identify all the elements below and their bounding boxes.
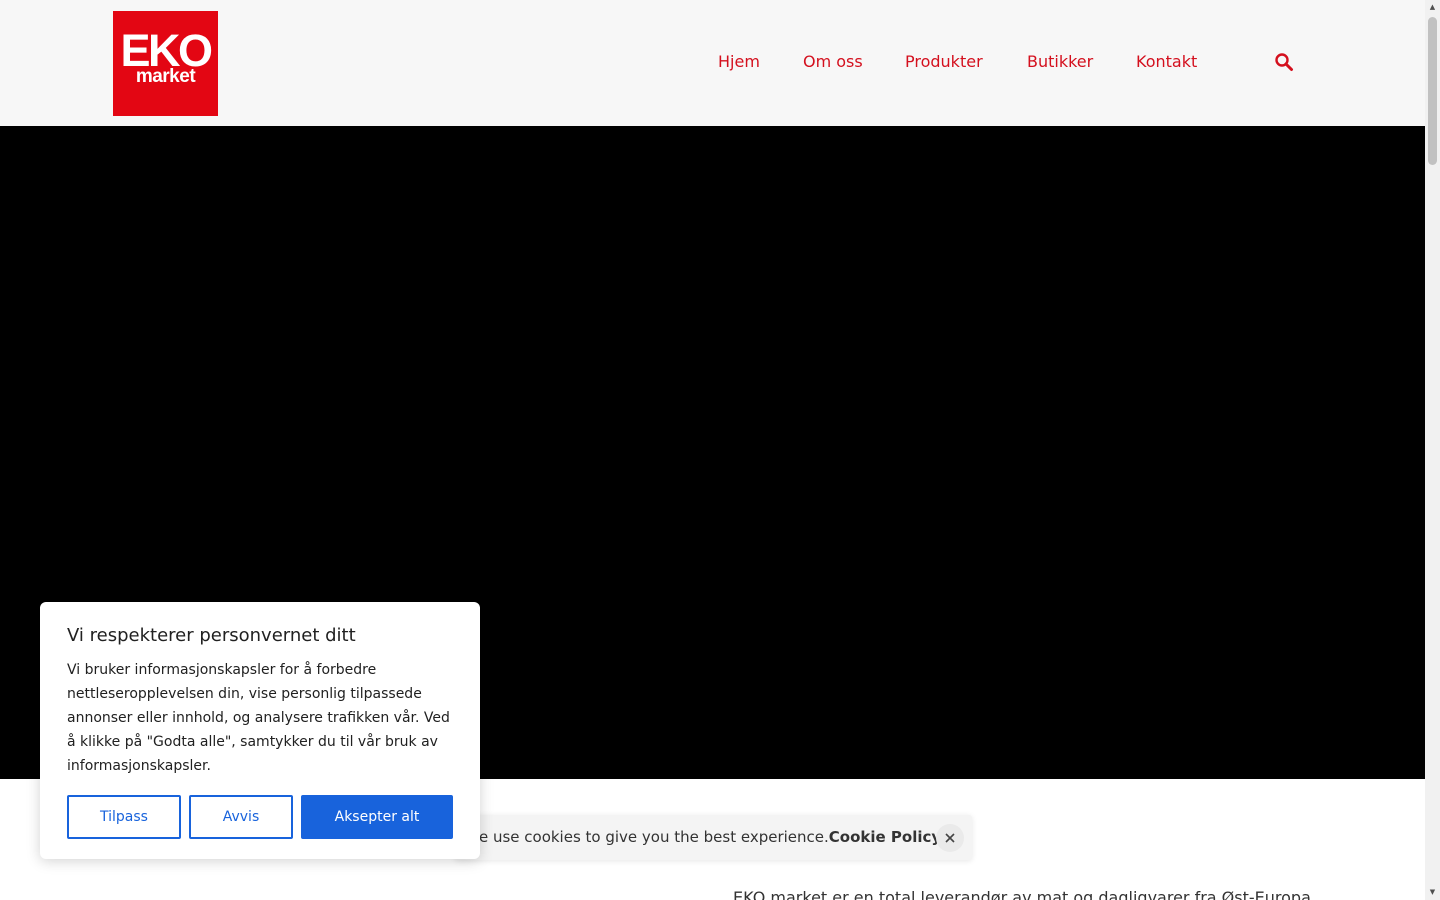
page: EKO market Hjem Om oss Produkter Butikke… — [0, 0, 1425, 900]
nav-item-produkter[interactable]: Produkter — [905, 51, 983, 73]
cookie-notice-text: We use cookies to give you the best expe… — [465, 826, 941, 848]
scroll-thumb[interactable] — [1428, 17, 1437, 165]
customize-button[interactable]: Tilpass — [67, 795, 181, 839]
intro-text: EKO market er en total leverandør av mat… — [733, 888, 1311, 900]
scroll-down-arrow-icon[interactable]: ▼ — [1425, 885, 1440, 900]
cookie-notice-message: We use cookies to give you the best expe… — [465, 828, 829, 846]
scroll-up-arrow-icon[interactable]: ▲ — [1425, 0, 1440, 15]
reject-button[interactable]: Avvis — [189, 795, 293, 839]
search-icon[interactable] — [1274, 52, 1294, 72]
cookie-consent-dialog: Vi respekterer personvernet ditt Vi bruk… — [40, 602, 480, 859]
nav-item-om-oss[interactable]: Om oss — [803, 51, 863, 73]
nav-item-butikker[interactable]: Butikker — [1027, 51, 1093, 73]
close-icon[interactable] — [936, 824, 964, 852]
main-nav: Hjem Om oss Produkter Butikker Kontakt — [0, 51, 1425, 73]
nav-item-kontakt[interactable]: Kontakt — [1136, 51, 1197, 73]
nav-item-hjem[interactable]: Hjem — [718, 51, 760, 73]
accept-all-button[interactable]: Aksepter alt — [301, 795, 453, 839]
cookie-policy-link[interactable]: Cookie Policy — [829, 828, 941, 846]
consent-title: Vi respekterer personvernet ditt — [67, 625, 356, 646]
consent-description: Vi bruker informasjonskapsler for å forb… — [67, 662, 450, 774]
intro-paragraph: EKO market er en total leverandør av mat… — [733, 888, 1313, 900]
cookie-notice-bar: We use cookies to give you the best expe… — [455, 815, 972, 860]
site-header: EKO market Hjem Om oss Produkter Butikke… — [0, 0, 1425, 126]
page-scrollbar[interactable]: ▲ ▼ — [1425, 0, 1440, 900]
